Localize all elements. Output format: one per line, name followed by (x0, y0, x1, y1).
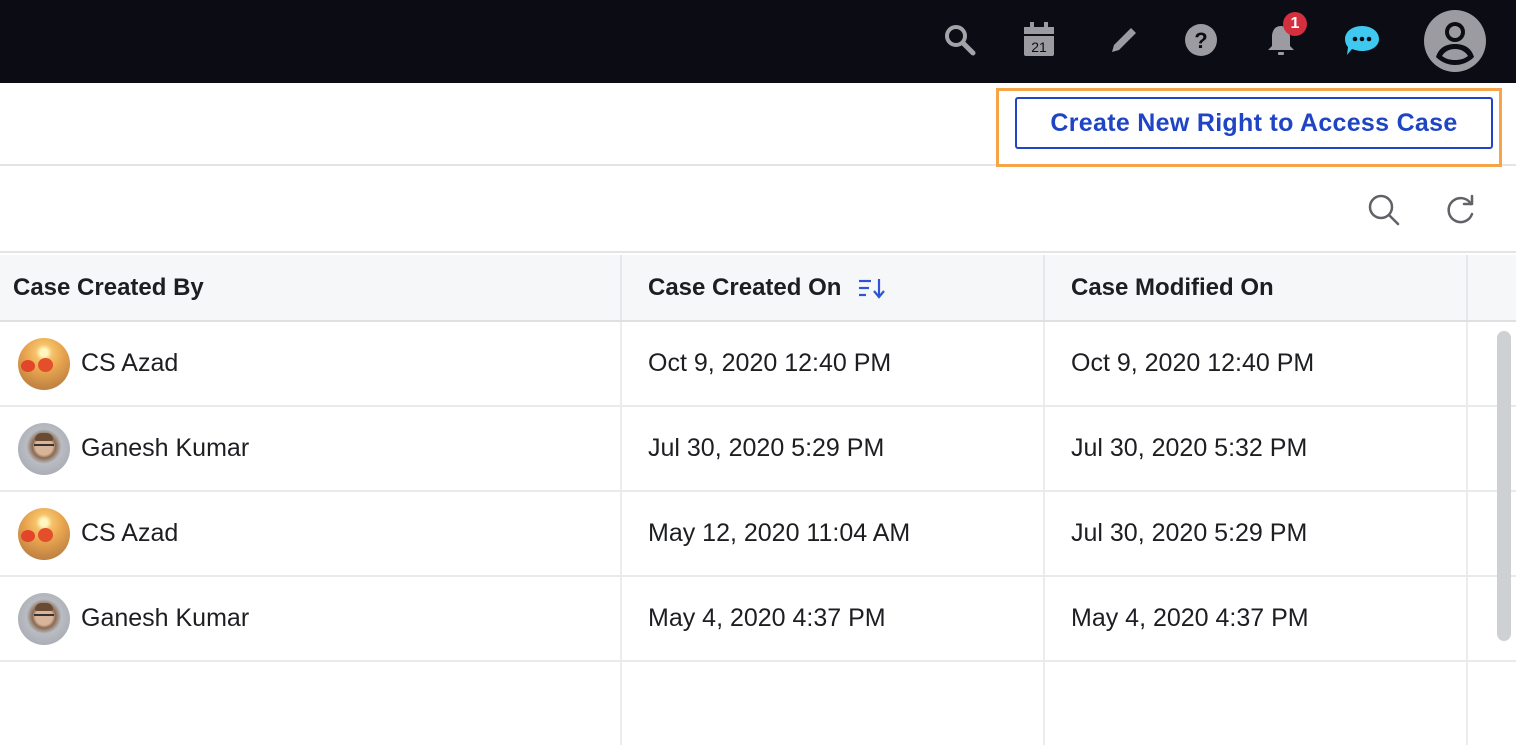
sort-descending-icon[interactable] (857, 277, 887, 299)
cell-created-by: CS Azad (0, 322, 622, 405)
cell-created-on (622, 662, 1045, 745)
table-search-button[interactable] (1364, 190, 1404, 230)
sunset-avatar (18, 507, 70, 560)
cell-created-on: Jul 30, 2020 5:29 PM (622, 407, 1045, 490)
user-name: Ganesh Kumar (81, 604, 250, 632)
sunset-avatar (18, 337, 70, 390)
edit-button[interactable] (1104, 20, 1144, 60)
table-row[interactable]: Ganesh Kumar May 4, 2020 4:37 PM May 4, … (0, 577, 1516, 662)
table-row[interactable] (0, 662, 1516, 747)
cell-modified-on: Jul 30, 2020 5:29 PM (1045, 492, 1468, 575)
refresh-button[interactable] (1440, 190, 1480, 230)
cell-created-on: Oct 9, 2020 12:40 PM (622, 322, 1045, 405)
notification-badge: 1 (1283, 12, 1307, 36)
man-avatar (18, 422, 70, 475)
table-row[interactable]: Ganesh Kumar Jul 30, 2020 5:29 PM Jul 30… (0, 407, 1516, 492)
cell-created-by (0, 662, 622, 745)
help-button[interactable]: ? (1181, 20, 1221, 60)
cell-created-on: May 12, 2020 11:04 AM (622, 492, 1045, 575)
help-icon: ? (1185, 24, 1217, 56)
top-navigation-bar: 21 ? 1 (0, 0, 1516, 83)
calendar-button[interactable]: 21 (1019, 20, 1059, 60)
user-avatar-icon (1424, 10, 1486, 72)
refresh-icon (1447, 194, 1474, 224)
column-header-case-modified-on[interactable]: Case Modified On (1045, 255, 1468, 320)
global-search-button[interactable] (940, 20, 980, 60)
cell-created-by: Ganesh Kumar (0, 407, 622, 490)
table-toolbar (0, 168, 1516, 253)
cell-modified-on (1045, 662, 1468, 745)
chat-button[interactable] (1342, 20, 1382, 60)
action-bar: Create New Right to Access Case (0, 83, 1516, 167)
user-profile-button[interactable] (1421, 7, 1489, 75)
svg-text:21: 21 (1031, 39, 1047, 55)
search-icon (1368, 194, 1400, 226)
table-header: Case Created By Case Created On Case Mod… (0, 255, 1516, 322)
man-avatar (18, 592, 70, 645)
table-row[interactable]: CS Azad May 12, 2020 11:04 AM Jul 30, 20… (0, 492, 1516, 577)
column-header-actions (1468, 255, 1516, 320)
column-header-case-created-on[interactable]: Case Created On (622, 255, 1045, 320)
cell-modified-on: Jul 30, 2020 5:32 PM (1045, 407, 1468, 490)
cell-created-by: Ganesh Kumar (0, 577, 622, 660)
cell-created-by: CS Azad (0, 492, 622, 575)
column-header-label: Case Modified On (1071, 273, 1274, 301)
search-icon (945, 25, 976, 56)
table-row[interactable]: CS Azad Oct 9, 2020 12:40 PM Oct 9, 2020… (0, 322, 1516, 407)
pencil-icon (1112, 25, 1139, 52)
user-name: CS Azad (81, 519, 179, 547)
svg-text:?: ? (1194, 28, 1207, 53)
create-new-right-to-access-case-button[interactable]: Create New Right to Access Case (1015, 97, 1493, 149)
cell-modified-on: May 4, 2020 4:37 PM (1045, 577, 1468, 660)
user-name: CS Azad (81, 349, 179, 377)
cell-modified-on: Oct 9, 2020 12:40 PM (1045, 322, 1468, 405)
calendar-icon: 21 (1024, 22, 1054, 56)
column-header-label: Case Created By (13, 273, 204, 301)
column-header-label: Case Created On (648, 273, 842, 301)
table-scrollbar[interactable] (1497, 331, 1511, 641)
chat-icon (1345, 26, 1379, 55)
column-header-case-created-by[interactable]: Case Created By (0, 255, 622, 320)
user-name: Ganesh Kumar (81, 434, 250, 462)
notifications-button[interactable]: 1 (1261, 12, 1307, 60)
cell-created-on: May 4, 2020 4:37 PM (622, 577, 1045, 660)
